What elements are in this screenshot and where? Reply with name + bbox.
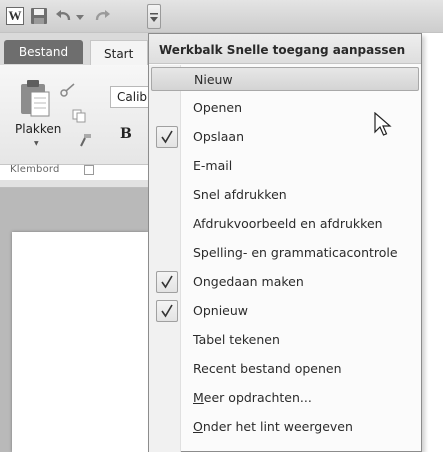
menu-item-label: Onder het lint weergeven: [193, 419, 353, 434]
menu-item-more-commands[interactable]: Meer opdrachten...: [151, 386, 419, 410]
menu-item-label: Nieuw: [194, 72, 233, 87]
menu-item-label: Spelling- en grammaticacontrole: [193, 245, 398, 260]
menu-item-undo[interactable]: Ongedaan maken: [151, 270, 419, 294]
font-name-field[interactable]: Calib: [110, 86, 148, 108]
ribbon-bottom-edge: [0, 180, 148, 188]
menu-item-label: Opnieuw: [193, 303, 249, 318]
menu-title: Werkbalk Snelle toegang aanpassen: [149, 34, 421, 64]
menu-item-label: Ongedaan maken: [193, 274, 304, 289]
menu-item-label: Recent bestand openen: [193, 361, 342, 376]
checkmark-icon: [156, 126, 178, 148]
menu-item-label: E-mail: [193, 158, 233, 173]
menu-item-label: Opslaan: [193, 129, 245, 144]
clipboard-group-label: Klembord: [10, 164, 60, 175]
checkmark-icon: [156, 271, 178, 293]
copy-icon[interactable]: [72, 108, 86, 123]
menu-item-label: Tabel tekenen: [193, 332, 280, 347]
format-painter-icon[interactable]: [78, 132, 92, 147]
menu-item-label: Afdrukvoorbeeld en afdrukken: [193, 216, 383, 231]
scissors-icon[interactable]: [60, 82, 76, 97]
customize-toolbar-icon[interactable]: [147, 4, 161, 29]
menu-item-show-below-ribbon[interactable]: Onder het lint weergeven: [151, 415, 419, 439]
word-window: W Bestand Start Plakken ▼ Calib B Klembo…: [0, 0, 443, 452]
bold-button[interactable]: B: [120, 126, 132, 142]
mouse-pointer-icon: [374, 111, 394, 138]
document-page[interactable]: [12, 232, 148, 452]
menu-item-print-preview[interactable]: Afdrukvoorbeeld en afdrukken: [151, 212, 419, 236]
menu-item-redo[interactable]: Opnieuw: [151, 299, 419, 323]
tab-home[interactable]: Start: [90, 40, 148, 66]
checkmark-icon: [156, 300, 178, 322]
menu-item-spelling[interactable]: Spelling- en grammaticacontrole: [151, 241, 419, 265]
menu-item-email[interactable]: E-mail: [151, 154, 419, 178]
undo-dropdown-icon[interactable]: [76, 13, 84, 21]
customize-qat-menu: Werkbalk Snelle toegang aanpassen Nieuw …: [148, 33, 422, 452]
paste-button-label[interactable]: Plakken: [15, 122, 61, 136]
clipboard-paste-icon[interactable]: [18, 78, 52, 118]
dialog-launcher-icon[interactable]: [84, 165, 94, 175]
redo-icon[interactable]: [92, 8, 112, 24]
menu-item-label: Openen: [193, 100, 242, 115]
word-app-icon[interactable]: W: [6, 7, 24, 25]
menu-item-draw-table[interactable]: Tabel tekenen: [151, 328, 419, 352]
menu-item-open-recent[interactable]: Recent bestand openen: [151, 357, 419, 381]
menu-item-label: Snel afdrukken: [193, 187, 287, 202]
undo-icon[interactable]: [54, 8, 74, 24]
menu-item-label: Meer opdrachten...: [193, 390, 312, 405]
paste-dropdown-icon[interactable]: ▼: [34, 140, 39, 147]
save-icon[interactable]: [30, 7, 48, 25]
menu-item-quick-print[interactable]: Snel afdrukken: [151, 183, 419, 207]
tab-file[interactable]: Bestand: [4, 40, 83, 64]
menu-item-new[interactable]: Nieuw: [151, 67, 419, 91]
